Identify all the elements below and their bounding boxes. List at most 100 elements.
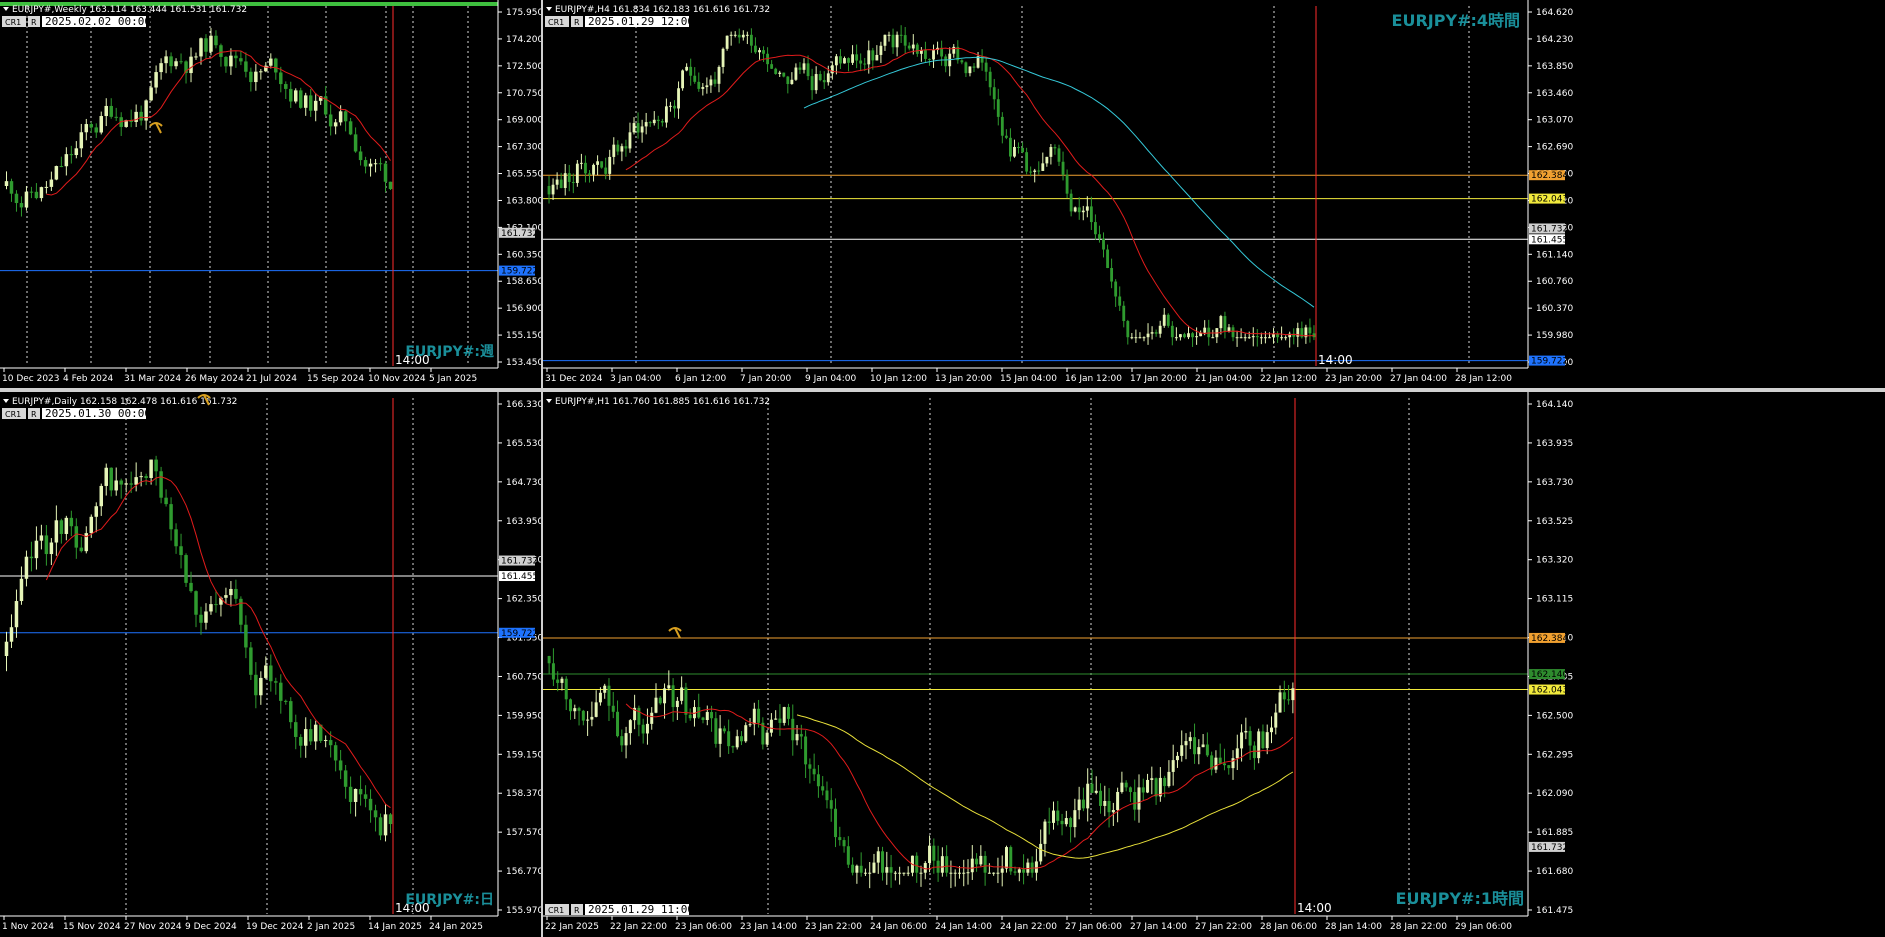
candle	[388, 813, 393, 834]
price-tick-label: 175.950	[506, 8, 541, 18]
price-tag-label: 162.384	[1531, 171, 1568, 181]
svg-text:CR1: CR1	[548, 18, 564, 27]
chart-h4-canvas[interactable]: 14:00 164.620 164.230 163.850 163.460 163.070…	[543, 0, 1885, 388]
candle	[1086, 768, 1090, 822]
candle	[650, 707, 654, 730]
time-tick-label: 24 Jan 22:00	[1000, 922, 1057, 932]
price-tick-label: 164.140	[1536, 400, 1573, 410]
candle	[790, 72, 794, 85]
svg-text:R: R	[574, 906, 580, 915]
candle	[44, 525, 49, 566]
candle	[1085, 196, 1089, 218]
pickaxe-icon	[668, 627, 682, 639]
candle	[279, 674, 283, 714]
candle	[741, 30, 745, 41]
time-tick-label: 19 Dec 2024	[246, 922, 304, 932]
cr1-button[interactable]: CR1	[2, 16, 26, 27]
price-tag-label: 162.384	[1531, 634, 1568, 644]
panel-divider-vertical[interactable]	[541, 0, 543, 937]
price-tick-label: 161.475	[1536, 906, 1573, 916]
chart-weekly[interactable]: 14:00 175.950 174.200 172.500 170.750 169.000…	[0, 0, 541, 388]
candle	[898, 866, 902, 885]
candle	[383, 160, 388, 193]
candle	[846, 836, 850, 868]
candle	[224, 56, 228, 73]
cr1-button[interactable]: CR1	[2, 408, 26, 419]
r-button[interactable]: R	[571, 904, 583, 915]
time-tick-label: 26 May 2024	[185, 374, 244, 384]
candle	[1223, 311, 1227, 339]
candle	[956, 40, 960, 64]
chart-weekly-canvas[interactable]: 14:00175.950174.200172.500170.750169.000…	[0, 0, 541, 388]
candle	[710, 705, 714, 732]
candle	[968, 66, 972, 77]
chart-h4[interactable]: 14:00 164.620 164.230 163.850 163.460 163.070…	[543, 0, 1885, 388]
candle	[59, 156, 64, 168]
candle	[745, 31, 749, 45]
candle	[636, 112, 640, 139]
candle	[84, 526, 89, 554]
candle	[725, 35, 729, 51]
candle	[1141, 778, 1145, 801]
candle	[1174, 327, 1178, 341]
candle	[323, 735, 328, 748]
chart-daily-canvas[interactable]: 14:00166.330165.530164.730163.950163.150…	[0, 392, 541, 937]
date-box-label: 2025.01.29 11:00	[588, 903, 694, 916]
cr1-button[interactable]: CR1	[545, 16, 569, 27]
chart-h1-canvas[interactable]: 14:00 164.140 163.935 163.730 163.525 163.320…	[543, 392, 1885, 937]
candle	[620, 143, 624, 162]
candle	[199, 606, 203, 635]
chart-h1[interactable]: 14:00 164.140 163.935 163.730 163.525 163.320…	[543, 392, 1885, 937]
candle	[863, 868, 867, 876]
candle	[1150, 326, 1154, 340]
candle	[575, 160, 579, 187]
panel-divider-horizontal[interactable]	[0, 388, 1885, 392]
candle	[758, 47, 761, 60]
candle	[612, 137, 616, 165]
candle	[1116, 787, 1120, 823]
r-button[interactable]: R	[28, 408, 40, 419]
r-button[interactable]: R	[571, 16, 583, 27]
candle	[1231, 324, 1235, 342]
candle	[378, 813, 383, 841]
price-tag-white: 161.455	[1529, 234, 1568, 245]
candle	[79, 123, 84, 158]
r-button[interactable]: R	[28, 16, 40, 27]
price-tag-label: 159.722	[501, 267, 538, 277]
time-tick-label: 16 Jan 12:00	[1065, 374, 1122, 384]
candle	[1146, 773, 1150, 794]
price-tag-label: 161.455	[1531, 235, 1568, 245]
candle	[737, 28, 741, 44]
candle	[604, 157, 608, 180]
svg-text:CR1: CR1	[5, 410, 21, 419]
candle	[139, 105, 143, 126]
price-tick-label: 165.530	[506, 439, 541, 449]
candle	[274, 57, 278, 80]
chart-daily[interactable]: 14:00166.330165.530164.730163.950163.150…	[0, 392, 541, 937]
candle	[333, 118, 338, 135]
candle	[1287, 685, 1291, 705]
candle	[919, 865, 923, 887]
candle	[368, 789, 373, 823]
candle	[810, 68, 814, 100]
candle	[829, 788, 833, 822]
candle	[1110, 258, 1114, 289]
price-tag-yellow: 162.043	[1529, 193, 1568, 205]
candle	[29, 186, 34, 199]
candle	[244, 615, 248, 659]
candle	[284, 699, 288, 705]
candle	[843, 56, 846, 64]
candle	[624, 726, 628, 759]
candle	[259, 671, 263, 705]
candle	[209, 595, 213, 615]
price-tag-label: 161.455	[501, 572, 538, 582]
candle	[547, 655, 551, 675]
candle	[782, 72, 786, 78]
candle	[644, 112, 648, 135]
candle	[1205, 732, 1209, 758]
price-tick-label: 160.750	[506, 672, 541, 682]
candle	[697, 693, 701, 719]
cr1-button[interactable]: CR1	[545, 904, 569, 915]
candle	[224, 587, 228, 604]
candle	[701, 83, 705, 96]
